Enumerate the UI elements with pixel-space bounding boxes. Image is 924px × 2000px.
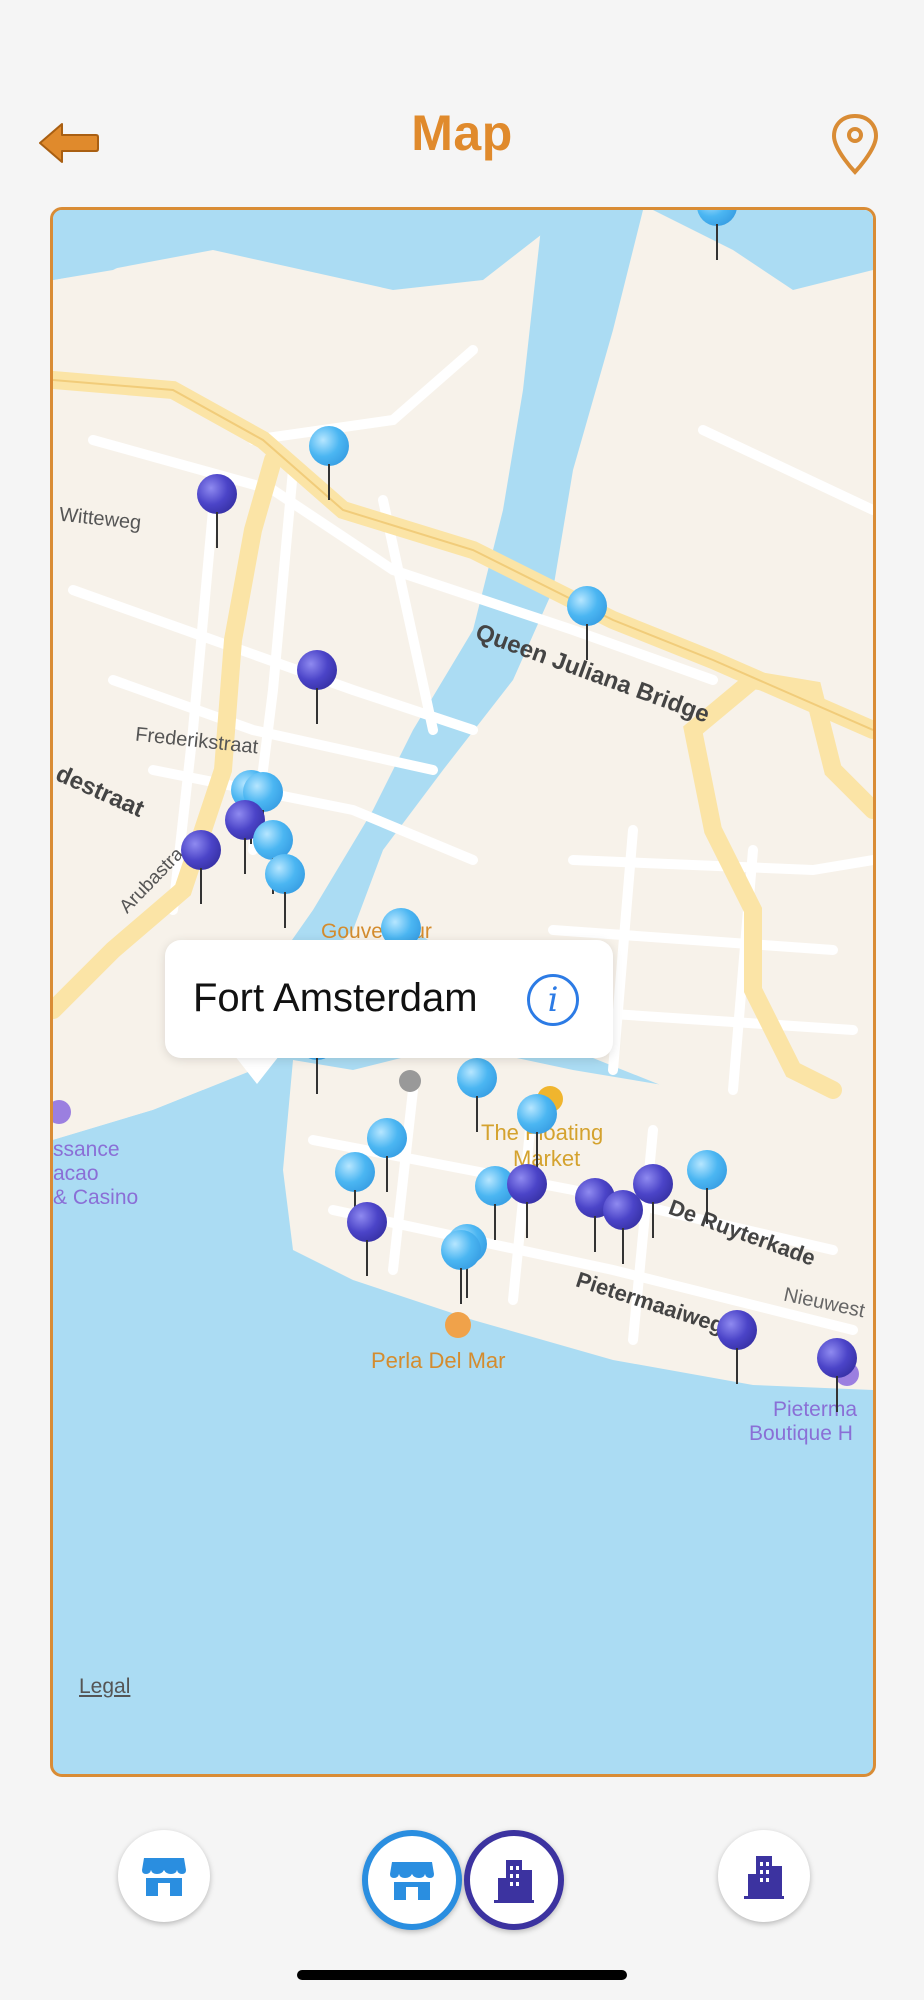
map-pin-light[interactable] (309, 426, 349, 506)
info-circle-icon[interactable]: i (527, 974, 579, 1026)
building-filter-button[interactable] (718, 1830, 810, 1922)
map-pin-light[interactable] (517, 1094, 557, 1174)
map-pin-dark[interactable] (297, 650, 337, 730)
map-pin-light[interactable] (567, 586, 607, 666)
map-pin-dark[interactable] (347, 1202, 387, 1282)
map-pin-dark[interactable] (181, 830, 221, 910)
building-icon (744, 1856, 784, 1899)
map-pin-light[interactable] (697, 210, 737, 266)
map-label-perla-del-mar: Perla Del Mar (371, 1348, 506, 1373)
store-filter-button-selected[interactable] (362, 1830, 462, 1930)
page-title: Map (411, 105, 513, 161)
callout-title: Fort Amsterdam (193, 976, 478, 1020)
map-pin-dark[interactable] (507, 1164, 547, 1244)
map-label-casino-1: ssance (53, 1138, 120, 1161)
map-label-casino-2: acao (53, 1162, 99, 1185)
building-icon (494, 1860, 534, 1903)
map-label-pietermaai-boutique-2: Boutique H (749, 1422, 853, 1445)
restaurant-poi-icon[interactable] (445, 1312, 471, 1338)
store-icon (142, 1858, 186, 1896)
store-icon (390, 1862, 434, 1900)
map-pin-dark[interactable] (603, 1190, 643, 1270)
legal-link[interactable]: Legal (79, 1675, 130, 1699)
map-view[interactable]: Witteweg Frederikstraat destraat Arubast… (50, 207, 876, 1777)
location-button[interactable] (830, 112, 880, 178)
building-filter-button-selected[interactable] (464, 1830, 564, 1930)
map-pin-dark[interactable] (197, 474, 237, 554)
callout-pointer (235, 1056, 279, 1084)
map-label-casino-3: & Casino (53, 1186, 139, 1209)
map-pin-dark[interactable] (717, 1310, 757, 1390)
map-pin-light[interactable] (265, 854, 305, 934)
home-indicator (297, 1970, 627, 1980)
map-pin-light[interactable] (441, 1230, 481, 1310)
map-pin-light[interactable] (687, 1150, 727, 1230)
store-filter-button[interactable] (118, 1830, 210, 1922)
map-callout[interactable]: Fort Amsterdam i (165, 940, 613, 1058)
map-pin-outline-icon (831, 113, 879, 175)
landmark-poi-icon[interactable] (399, 1070, 421, 1092)
map-pin-light[interactable] (457, 1058, 497, 1138)
map-pin-dark[interactable] (817, 1338, 857, 1418)
